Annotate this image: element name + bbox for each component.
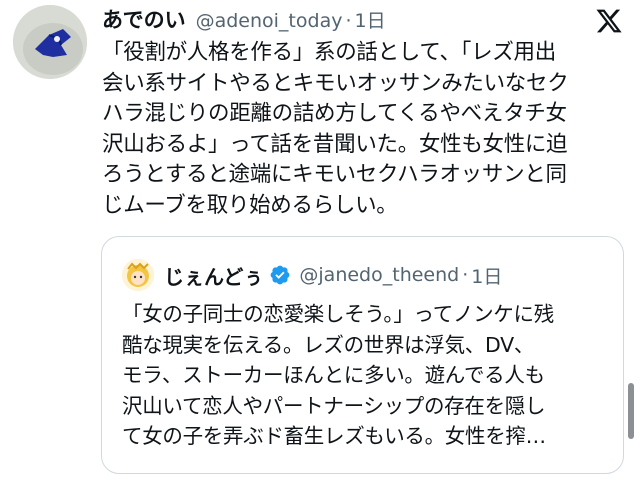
- quoted-avatar-image: [122, 259, 154, 291]
- quoted-author-display-name: じぇんどぅ: [164, 264, 264, 289]
- quoted-author-handle: @janedo_theend: [299, 264, 460, 286]
- author-avatar[interactable]: [13, 5, 87, 79]
- scrollbar[interactable]: [628, 383, 634, 439]
- post-header: あでのい @adenoi_today · 1日: [102, 4, 386, 34]
- x-logo-icon[interactable]: [595, 7, 623, 35]
- avatar-image: [13, 5, 87, 79]
- quoted-post-text: 「女の子同士の恋愛楽しそう。」ってノンケに残 酷な現実を伝える。レズの世界は浮気…: [122, 302, 554, 448]
- author-handle[interactable]: @adenoi_today: [196, 10, 343, 32]
- quoted-separator-dot: ·: [462, 264, 469, 286]
- separator-dot: ·: [345, 10, 352, 32]
- post-timestamp[interactable]: 1日: [355, 6, 386, 33]
- quoted-post-header: じぇんどぅ @janedo_theend · 1日: [122, 259, 502, 291]
- quoted-post-timestamp: 1日: [471, 265, 503, 288]
- author-display-name[interactable]: あでのい: [102, 4, 186, 34]
- verified-badge-icon: [271, 265, 290, 285]
- post-text: 「役割が人格を作る」系の話として、「レズ用出 会い系サイトやるとキモいオッサンみ…: [102, 40, 569, 218]
- quoted-post-card[interactable]: じぇんどぅ @janedo_theend · 1日 「女の子同士の恋愛楽しそう。…: [101, 236, 624, 474]
- quoted-author-avatar: [122, 259, 154, 291]
